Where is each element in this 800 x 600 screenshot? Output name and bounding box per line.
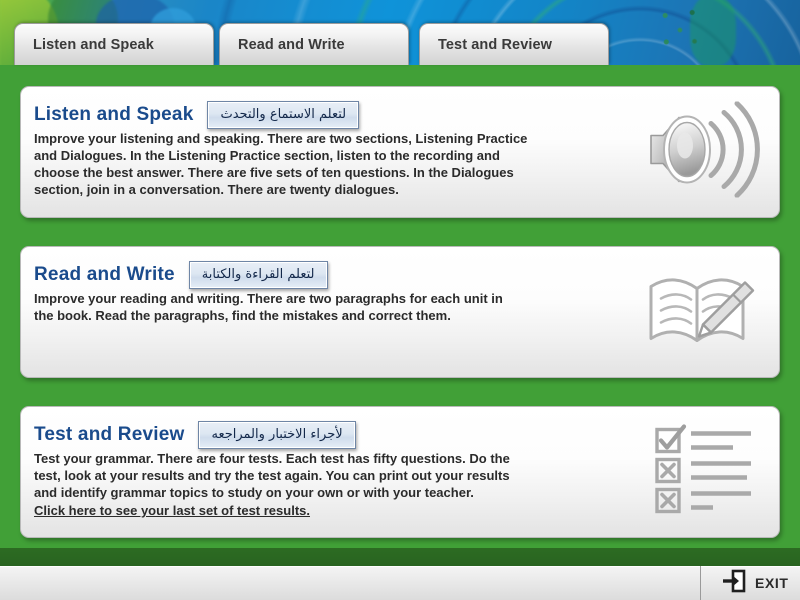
exit-label: EXIT [755, 575, 789, 591]
description-line: Test your grammar. There are four tests.… [34, 451, 510, 466]
panel-test-and-review[interactable]: Test and Review لأجراء الاختبار والمراجع… [20, 406, 780, 538]
panel-title: Read and Write [34, 264, 175, 285]
panel-title: Test and Review [34, 424, 185, 445]
description-line: section, join in a conversation. There a… [34, 182, 399, 198]
description-line: the book. Read the paragraphs, find the … [34, 308, 451, 324]
exit-button[interactable]: EXIT [712, 566, 799, 600]
speaker-icon [641, 101, 761, 203]
tab-listen-and-speak[interactable]: Listen and Speak [14, 23, 214, 65]
panel-read-and-write[interactable]: Read and Write لتعلم القراءة والكتابة Im… [20, 246, 780, 378]
description-line: Improve your reading and writing. There … [34, 291, 503, 306]
panel-header: Listen and Speak لتعلم الاستماع والتحدث [34, 101, 360, 129]
tab-read-and-write[interactable]: Read and Write [219, 23, 409, 65]
toolbar-divider [700, 566, 701, 600]
book-pencil-icon [641, 267, 761, 358]
panel-header: Test and Review لأجراء الاختبار والمراجع… [34, 421, 356, 449]
tab-label: Read and Write [238, 36, 345, 53]
panel-description: Improve your reading and writing. There … [34, 290, 594, 324]
arabic-tooltip-test-and-review: لأجراء الاختبار والمراجعه [198, 421, 356, 449]
description-line: test, look at your results and try the t… [34, 468, 510, 484]
arabic-tooltip-listen-and-speak: لتعلم الاستماع والتحدث [207, 101, 360, 129]
checklist-icon [651, 424, 761, 521]
tab-label: Test and Review [438, 36, 553, 53]
description-line: and Dialogues. In the Listening Practice… [34, 148, 500, 164]
test-results-link[interactable]: Click here to see your last set of test … [34, 502, 310, 519]
description-line: choose the best answer. There are five s… [34, 165, 514, 181]
panel-listen-and-speak[interactable]: Listen and Speak لتعلم الاستماع والتحدث … [20, 86, 780, 218]
tab-label: Listen and Speak [33, 36, 154, 53]
panel-description: Test your grammar. There are four tests.… [34, 450, 594, 520]
panel-title: Listen and Speak [34, 104, 194, 125]
bottom-toolbar [0, 566, 800, 600]
tab-bar: Listen and Speak Read and Write Test and… [0, 0, 800, 65]
bottom-green-strip [0, 548, 800, 566]
tab-test-and-review[interactable]: Test and Review [419, 23, 609, 65]
application-window: Listen and Speak Read and Write Test and… [0, 0, 800, 600]
arabic-tooltip-read-and-write: لتعلم القراءة والكتابة [188, 261, 328, 289]
description-line: and identify grammar topics to study on … [34, 485, 474, 501]
exit-arrow-icon [722, 569, 746, 598]
panel-header: Read and Write لتعلم القراءة والكتابة [34, 261, 328, 289]
description-line: Improve your listening and speaking. The… [34, 131, 528, 146]
panel-description: Improve your listening and speaking. The… [34, 130, 594, 199]
